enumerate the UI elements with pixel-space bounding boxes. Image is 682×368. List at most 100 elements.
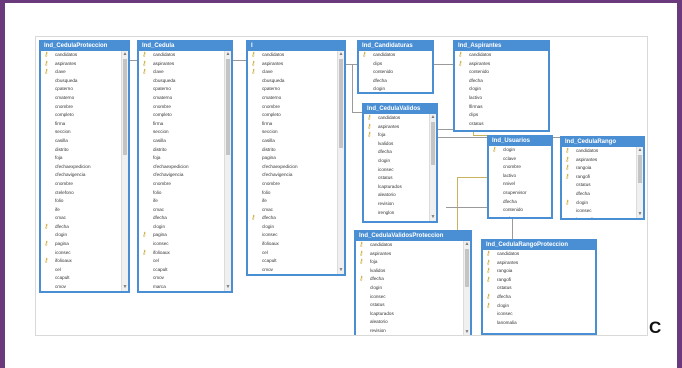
table-column-row[interactable]: aleatorio — [356, 318, 463, 327]
db-table[interactable]: Ind_Candidaturas ⚷ candidatos clips conteni… — [357, 40, 434, 94]
table-column-row[interactable]: ⚷ dfecha — [483, 293, 595, 302]
table-column-row[interactable]: cstatus — [455, 120, 548, 129]
scroll-down-icon[interactable]: ▼ — [464, 329, 470, 335]
table-column-row[interactable]: ⚷ clogin — [562, 199, 636, 208]
table-column-row[interactable]: cmac — [41, 214, 121, 223]
table-column-row[interactable]: seccion — [41, 128, 121, 137]
table-column-row[interactable]: firma — [248, 120, 337, 129]
scroll-thumb[interactable] — [638, 155, 642, 184]
table-column-row[interactable]: cfechaexpedicion — [248, 163, 337, 172]
table-column-row[interactable]: ife — [139, 197, 224, 206]
table-column-row[interactable]: cclave — [489, 155, 551, 164]
table-column-row[interactable]: ⚷ aspirantes — [455, 60, 548, 69]
table-column-row[interactable]: casilla — [248, 137, 337, 146]
table-column-row[interactable]: cfechavigencia — [248, 171, 337, 180]
table-column-row[interactable]: ⚷ candidatos — [562, 147, 636, 156]
db-table[interactable]: Ind_Cedula ⚷ candidatos ⚷ aspirantes ⚷ clave c… — [137, 40, 233, 293]
table-column-row[interactable]: irenglon — [364, 209, 429, 218]
table-column-row[interactable]: cmaterno — [248, 94, 337, 103]
table-column-row[interactable]: cel — [248, 249, 337, 258]
table-column-row[interactable]: cstatus — [356, 301, 463, 310]
table-column-row[interactable]: ctelefono — [41, 189, 121, 198]
scroll-up-icon[interactable]: ▲ — [430, 114, 436, 121]
table-column-row[interactable]: dfecha — [562, 190, 636, 199]
db-table[interactable]: Ind_CedulaValidosProteccion ⚷ candidatos ⚷… — [354, 230, 472, 335]
db-table[interactable]: Ind_CedulaRango ⚷ candidatos ⚷ aspirantes ⚷ r… — [560, 136, 645, 220]
table-column-row[interactable]: completo — [139, 111, 224, 120]
table-column-row[interactable]: marca — [139, 283, 224, 291]
table-column-row[interactable]: ⚷ aspirantes — [562, 156, 636, 165]
table-column-row[interactable]: clips — [359, 60, 432, 69]
table-column-row[interactable]: ⚷ candidatos — [356, 241, 463, 250]
table-column-row[interactable]: seccion — [139, 128, 224, 137]
table-column-row[interactable]: ⚷ dfecha — [41, 223, 121, 232]
table-column-row[interactable]: ife — [248, 197, 337, 206]
table-column-row[interactable]: nnivel — [489, 180, 551, 189]
table-column-row[interactable]: cstatus — [562, 181, 636, 190]
table-column-row[interactable]: ⚷ pagina — [139, 231, 224, 240]
table-column-row[interactable]: distrito — [139, 146, 224, 155]
table-column-row[interactable]: ⚷ candidatos — [483, 250, 595, 259]
table-column-row[interactable]: cfechaexpedicion — [139, 163, 224, 172]
table-column-row[interactable]: cstatus — [483, 284, 595, 293]
table-column-row[interactable]: iconsec — [248, 231, 337, 240]
table-column-row[interactable]: cmaterno — [41, 94, 121, 103]
db-table[interactable]: Ind_CedulaValidos ⚷ candidatos ⚷ aspirantes… — [362, 103, 438, 223]
table-column-row[interactable]: cmac — [248, 206, 337, 215]
table-column-row[interactable]: iconsec — [364, 166, 429, 175]
table-column-row[interactable]: ⚷ aspirantes — [364, 123, 429, 132]
table-column-row[interactable]: distrito — [41, 146, 121, 155]
scroll-thumb[interactable] — [226, 59, 230, 155]
table-column-row[interactable]: pagina — [248, 154, 337, 163]
table-column-row[interactable]: clogin — [41, 231, 121, 240]
table-column-row[interactable]: casilla — [41, 137, 121, 146]
table-column-row[interactable]: clogin — [359, 85, 432, 92]
table-column-row[interactable]: cfechaexpedicion — [41, 163, 121, 172]
table-column-row[interactable]: cel — [41, 266, 121, 275]
table-column-row[interactable]: ⚷ clogin — [483, 302, 595, 311]
table-column-row[interactable]: cmov — [41, 283, 121, 291]
table-column-row[interactable]: lanomalia — [562, 216, 636, 218]
table-column-row[interactable]: csupervisor — [489, 189, 551, 198]
table-column-row[interactable]: ⚷ candidatos — [248, 51, 337, 60]
table-column-row[interactable]: contenido — [489, 206, 551, 215]
table-column-row[interactable]: ccapult — [248, 257, 337, 266]
table-column-row[interactable]: lvalidos — [364, 140, 429, 149]
scroll-up-icon[interactable]: ▲ — [637, 147, 643, 154]
table-column-row[interactable]: dfecha — [455, 77, 548, 86]
table-column-row[interactable]: lcapturados — [356, 310, 463, 319]
scroll-up-icon[interactable]: ▲ — [464, 241, 470, 248]
scroll-thumb[interactable] — [123, 59, 127, 155]
vertical-scrollbar[interactable]: ▲ ▼ — [121, 51, 128, 291]
scroll-thumb[interactable] — [431, 122, 435, 165]
table-column-row[interactable]: cmov — [248, 266, 337, 274]
table-column-row[interactable]: dfecha — [489, 198, 551, 207]
db-table[interactable]: I ⚷ candidatos ⚷ aspirantes ⚷ clave cbusqueda c… — [246, 40, 346, 276]
table-column-row[interactable]: folio — [248, 189, 337, 198]
table-column-row[interactable]: aleatorio — [364, 191, 429, 200]
scroll-thumb[interactable] — [465, 249, 469, 287]
scroll-down-icon[interactable]: ▼ — [430, 214, 436, 221]
table-column-row[interactable]: clogin — [248, 223, 337, 232]
vertical-scrollbar[interactable]: ▲ ▼ — [429, 114, 436, 221]
table-column-row[interactable]: dfecha — [139, 214, 224, 223]
table-column-row[interactable]: ⚷ dfecha — [248, 214, 337, 223]
db-table[interactable]: Ind_Usuarios ⚷ clogin cclave cnombre lactivo… — [487, 135, 553, 219]
table-column-row[interactable]: cnombre — [489, 163, 551, 172]
table-column-row[interactable]: ife — [41, 206, 121, 215]
table-column-row[interactable]: cel — [139, 257, 224, 266]
table-column-row[interactable]: dfecha — [364, 148, 429, 157]
table-column-row[interactable]: ifolioaux — [248, 240, 337, 249]
table-column-row[interactable]: contenido — [359, 68, 432, 77]
table-column-row[interactable]: ⚷ aspirantes — [248, 60, 337, 69]
table-column-row[interactable]: ⚷ ifolioaux — [139, 249, 224, 258]
table-column-row[interactable]: ⚷ candidatos — [364, 114, 429, 123]
table-column-row[interactable]: casilla — [139, 137, 224, 146]
table-column-row[interactable]: cmac — [139, 206, 224, 215]
table-column-row[interactable]: cpaterno — [41, 85, 121, 94]
table-column-row[interactable]: lcapturados — [364, 183, 429, 192]
vertical-scrollbar[interactable]: ▲ ▼ — [224, 51, 231, 291]
scroll-down-icon[interactable]: ▼ — [637, 211, 643, 218]
table-column-row[interactable]: cfechavigencia — [41, 171, 121, 180]
table-column-row[interactable]: cnombre — [41, 103, 121, 112]
